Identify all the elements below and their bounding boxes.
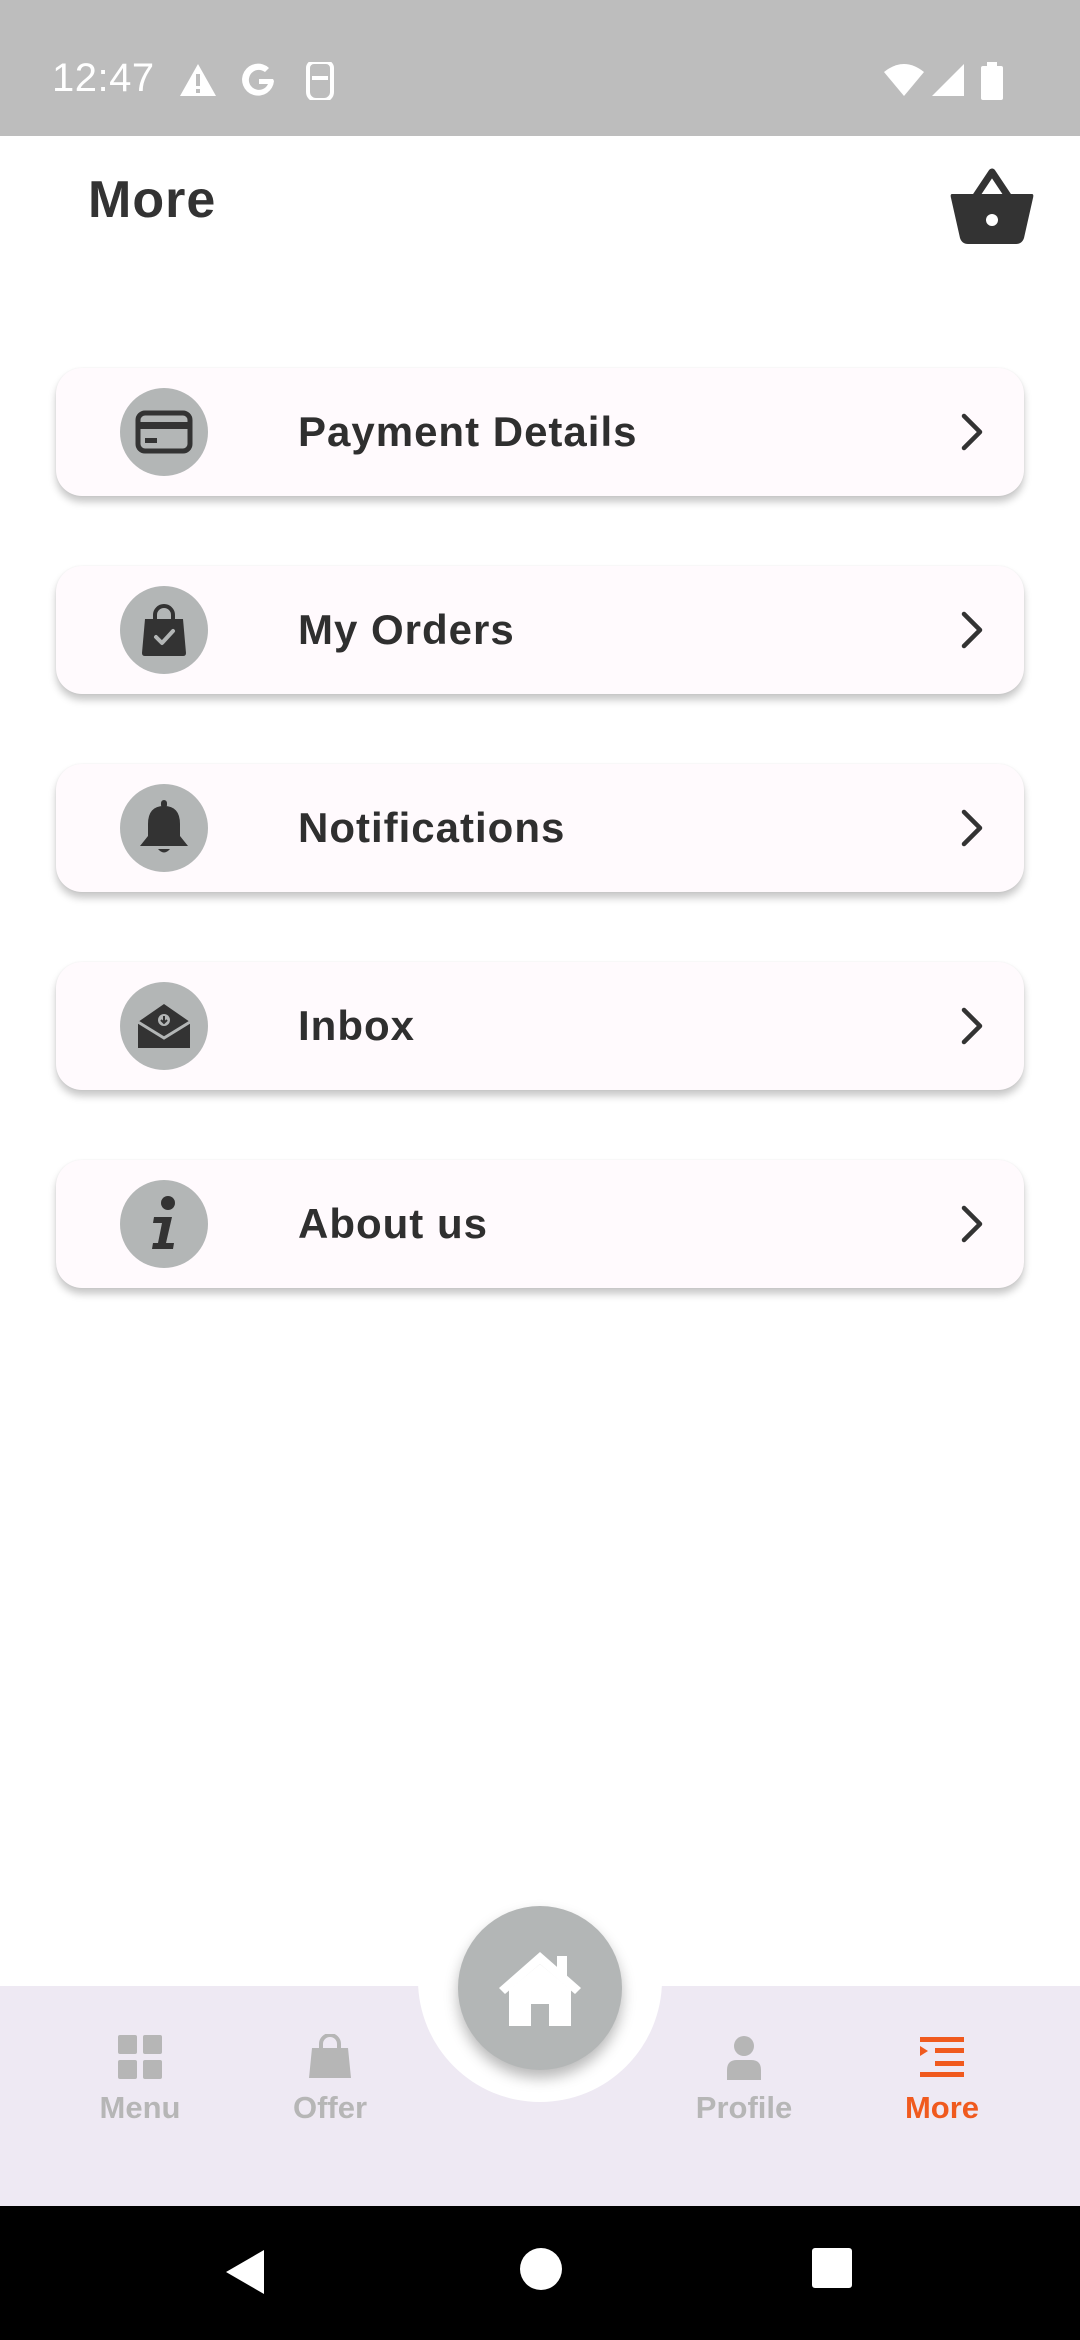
menu-item-my-orders[interactable]: My Orders: [56, 566, 1024, 694]
nav-offer[interactable]: Offer: [250, 2034, 410, 2154]
nav-more[interactable]: More: [862, 2034, 1022, 2154]
bell-icon: [120, 784, 208, 872]
nav-label: Profile: [695, 2090, 793, 2125]
signal-icon: [932, 64, 964, 96]
chevron-right-icon: [961, 611, 983, 649]
chevron-right-icon: [961, 809, 983, 847]
header: More: [0, 136, 1080, 266]
menu-lines-icon: [920, 2037, 964, 2077]
menu-item-about-us[interactable]: About us: [56, 1160, 1024, 1288]
battery-icon: [981, 62, 1003, 100]
shopping-bag-icon: [120, 586, 208, 674]
home-circle-icon[interactable]: [518, 2246, 564, 2292]
basket-icon[interactable]: [948, 166, 1036, 246]
wifi-icon: [884, 64, 924, 96]
menu-item-label: My Orders: [298, 606, 515, 653]
chevron-right-icon: [961, 1205, 983, 1243]
chevron-right-icon: [961, 1007, 983, 1045]
menu-item-inbox[interactable]: Inbox: [56, 962, 1024, 1090]
status-bar: 12:47: [0, 0, 1080, 136]
credit-card-icon: [120, 388, 208, 476]
back-icon[interactable]: [220, 2246, 268, 2298]
mail-icon: [120, 982, 208, 1070]
nav-label: Offer: [292, 2090, 368, 2125]
person-icon: [727, 2036, 761, 2080]
status-time: 12:47: [52, 56, 155, 100]
google-icon: [242, 63, 274, 96]
recents-icon[interactable]: [810, 2246, 854, 2290]
home-button[interactable]: [458, 1906, 622, 2070]
nav-menu[interactable]: Menu: [60, 2034, 220, 2154]
menu-item-label: About us: [298, 1200, 488, 1247]
nav-label: Menu: [99, 2090, 181, 2125]
menu-item-label: Payment Details: [298, 408, 638, 455]
bag-icon: [309, 2034, 351, 2078]
grid-icon: [118, 2035, 162, 2079]
chevron-right-icon: [961, 413, 983, 451]
page-title: More: [88, 171, 217, 229]
menu-item-label: Inbox: [298, 1002, 415, 1049]
system-nav-bar: [0, 2206, 1080, 2340]
menu-item-label: Notifications: [298, 804, 566, 851]
info-icon: [120, 1180, 208, 1268]
warning-icon: [180, 64, 216, 96]
sim-icon: [306, 62, 334, 100]
menu-item-payment-details[interactable]: Payment Details: [56, 368, 1024, 496]
nav-label: More: [904, 2090, 980, 2125]
home-icon: [499, 1952, 581, 2026]
menu-item-notifications[interactable]: Notifications: [56, 764, 1024, 892]
nav-profile[interactable]: Profile: [664, 2034, 824, 2154]
